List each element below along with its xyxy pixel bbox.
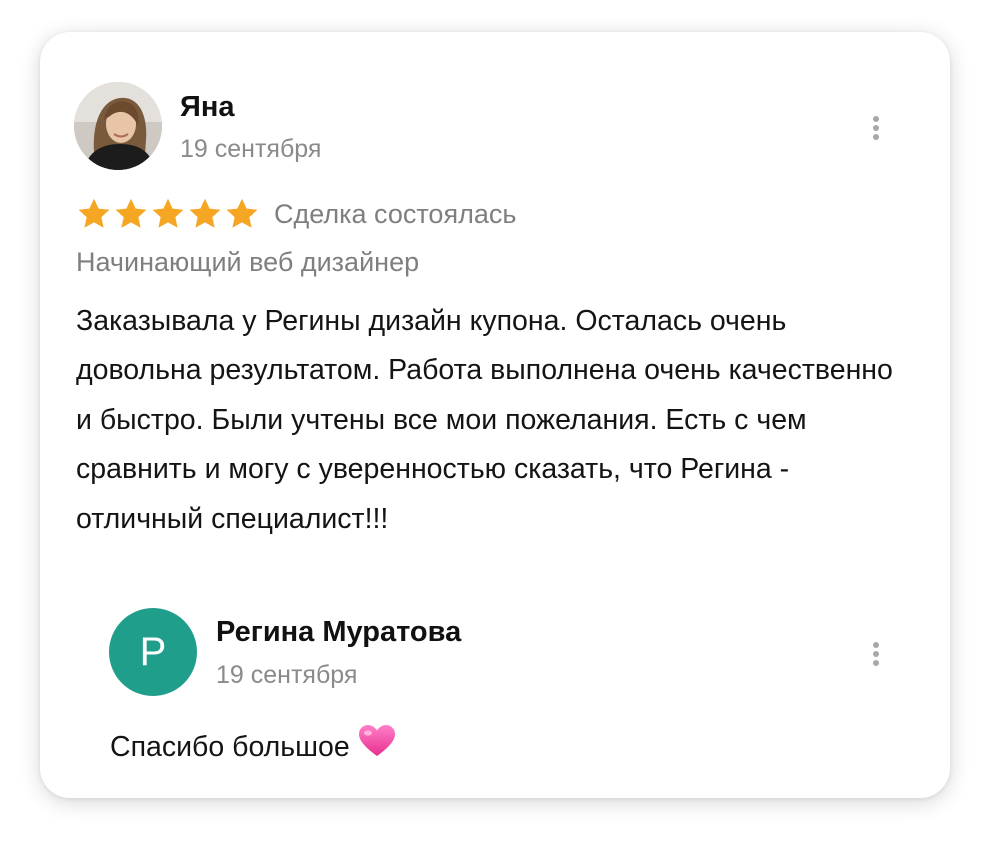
reviewer-name[interactable]: Яна xyxy=(180,90,235,124)
rating-row: Сделка состоялась xyxy=(76,196,516,232)
seller-avatar[interactable]: Р xyxy=(109,608,197,696)
reply-message: Спасибо большое xyxy=(110,730,350,763)
menu-dot xyxy=(873,660,879,666)
service-title: Начинающий веб дизайнер xyxy=(76,247,420,277)
pink-heart-icon xyxy=(358,724,396,769)
reviewer-avatar[interactable] xyxy=(74,82,162,170)
menu-dot xyxy=(873,642,879,648)
menu-dot xyxy=(873,125,879,131)
star-icon xyxy=(115,198,147,228)
menu-dot xyxy=(873,134,879,140)
star-rating xyxy=(76,196,260,232)
star-icon xyxy=(189,198,221,228)
menu-dot xyxy=(873,116,879,122)
star-icon xyxy=(78,198,110,228)
reply-date: 19 сентября xyxy=(216,661,358,689)
seller-name[interactable]: Регина Муратова xyxy=(216,615,461,649)
reply-text: Спасибо большое xyxy=(110,724,396,769)
more-vertical-icon[interactable] xyxy=(866,108,886,148)
deal-status: Сделка состоялась xyxy=(274,199,517,229)
star-icon xyxy=(152,198,184,228)
more-vertical-icon[interactable] xyxy=(866,634,886,674)
review-date: 19 сентября xyxy=(180,135,322,163)
review-card: Яна 19 сентября Сделка состоялась Начина… xyxy=(40,32,950,798)
menu-dot xyxy=(873,651,879,657)
review-text: Заказывала у Регины дизайн купона. Остал… xyxy=(76,305,893,535)
user-photo-icon xyxy=(74,82,162,170)
star-icon xyxy=(226,198,258,228)
